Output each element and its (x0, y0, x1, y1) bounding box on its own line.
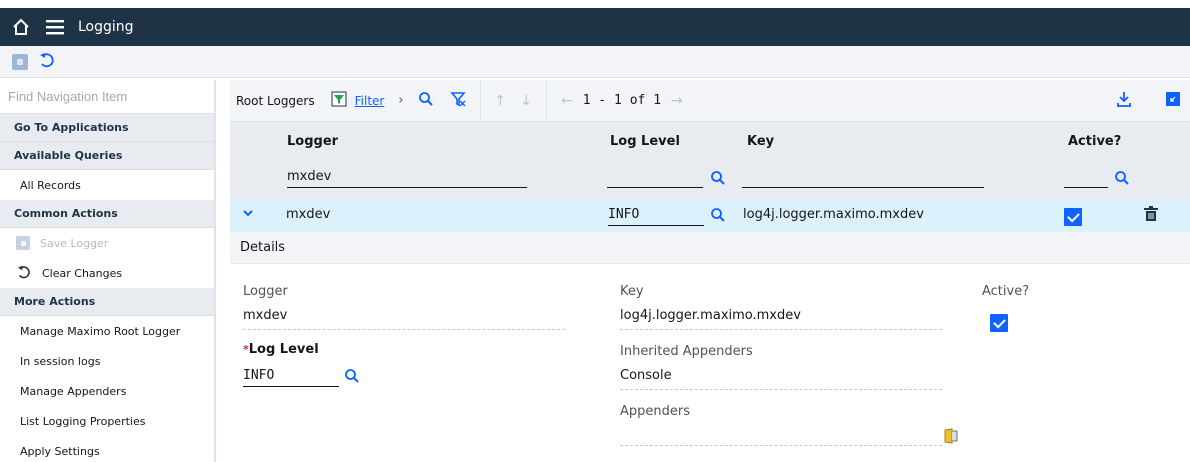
list-logging-properties-label: List Logging Properties (20, 414, 146, 428)
log-level-label-group: *Log Level (243, 342, 319, 357)
manage-root-logger-label: Manage Maximo Root Logger (20, 324, 181, 338)
table-toolbar-right (1116, 80, 1180, 122)
row-key: log4j.logger.maximo.mxdev (743, 207, 924, 222)
hamburger-menu-icon[interactable] (38, 8, 72, 46)
active-filter-input[interactable] (1064, 166, 1108, 188)
logger-field[interactable]: mxdev (243, 308, 565, 330)
navigation-sidebar: Find Navigation Item Go To Applications … (0, 80, 216, 462)
pagination-text: 1 - 1 of 1 (582, 93, 662, 108)
collapse-icon[interactable] (1166, 92, 1180, 110)
manage-root-logger-action[interactable]: Manage Maximo Root Logger (0, 316, 214, 346)
clear-filter-icon[interactable] (449, 91, 466, 111)
manage-appenders-label: Manage Appenders (20, 384, 127, 398)
app-title: Logging (78, 19, 134, 35)
filter-icon[interactable] (331, 91, 347, 111)
delete-icon[interactable] (1144, 206, 1158, 226)
home-icon[interactable] (4, 8, 38, 46)
divider (479, 80, 481, 121)
table-title: Root Loggers (236, 93, 315, 108)
list-logging-properties-action[interactable]: List Logging Properties (0, 406, 214, 436)
log-level-field[interactable]: INFO (243, 368, 339, 387)
in-session-logs-action[interactable]: In session logs (0, 346, 214, 376)
toolbar (0, 46, 1190, 78)
download-icon[interactable] (1116, 91, 1132, 111)
next-page-icon[interactable]: → (671, 93, 683, 109)
search-icon[interactable] (344, 368, 360, 387)
in-session-logs-label: In session logs (20, 354, 101, 368)
column-key[interactable]: Key (747, 134, 774, 149)
row-log-level-input[interactable]: INFO (608, 207, 704, 226)
active-checkbox[interactable] (990, 314, 1008, 332)
inherited-appenders-field: Console (620, 368, 942, 390)
more-actions-header: More Actions (0, 288, 214, 316)
table-header: Logger Log Level Key Active? (230, 122, 1190, 160)
logger-label: Logger (243, 284, 288, 299)
logger-filter-input[interactable]: mxdev (287, 166, 527, 188)
save-icon[interactable] (12, 53, 28, 70)
inherited-appenders-label: Inherited Appenders (620, 344, 753, 359)
filter-row: mxdev (230, 160, 1190, 198)
arrow-up-icon[interactable]: ↑ (495, 93, 507, 109)
available-queries-header: Available Queries (0, 142, 214, 170)
log-level-filter-input[interactable] (607, 166, 703, 188)
key-field[interactable]: log4j.logger.maximo.mxdev (620, 308, 942, 330)
clear-changes-label: Clear Changes (42, 266, 123, 280)
row-active-checkbox[interactable] (1064, 208, 1082, 226)
all-records-label: All Records (20, 178, 81, 192)
all-records-link[interactable]: All Records (0, 170, 214, 200)
column-active[interactable]: Active? (1068, 134, 1121, 149)
filter-link[interactable]: Filter (355, 94, 385, 108)
undo-icon (16, 265, 32, 282)
common-actions-header: Common Actions (0, 200, 214, 228)
clear-changes-action[interactable]: Clear Changes (0, 258, 214, 288)
main-content: Root Loggers Filter › ↑ ↓ ← 1 - 1 of 1 →… (230, 80, 1190, 462)
search-icon[interactable] (1114, 170, 1130, 189)
arrow-down-icon[interactable]: ↓ (520, 93, 532, 109)
find-navigation-input[interactable]: Find Navigation Item (0, 80, 214, 114)
divider (546, 80, 548, 121)
save-logger-label: Save Logger (40, 236, 109, 250)
details-panel: Logger mxdev *Log Level INFO Key log4j.l… (230, 264, 1190, 462)
save-icon (16, 236, 30, 250)
select-value-icon[interactable] (944, 428, 958, 447)
chevron-down-icon[interactable] (242, 207, 254, 223)
key-label: Key (620, 284, 644, 299)
go-to-applications[interactable]: Go To Applications (0, 114, 214, 142)
row-logger: mxdev (286, 207, 331, 222)
table-row[interactable]: mxdev INFO log4j.logger.maximo.mxdev (230, 198, 1190, 232)
manage-appenders-action[interactable]: Manage Appenders (0, 376, 214, 406)
search-icon[interactable] (710, 207, 726, 227)
apply-settings-action[interactable]: Apply Settings (0, 436, 214, 462)
top-bar: Logging (0, 8, 1190, 46)
column-log-level[interactable]: Log Level (610, 134, 680, 149)
previous-page-icon[interactable]: ← (561, 93, 573, 109)
chevron-right-icon[interactable]: › (398, 93, 403, 108)
save-logger-action[interactable]: Save Logger (0, 228, 214, 258)
appenders-label: Appenders (620, 404, 691, 419)
key-filter-input[interactable] (742, 166, 984, 188)
search-icon[interactable] (710, 170, 726, 189)
appenders-field[interactable] (620, 424, 942, 446)
details-header: Details (230, 232, 1190, 264)
log-level-label: Log Level (248, 342, 319, 357)
active-label: Active? (982, 284, 1030, 299)
apply-settings-label: Apply Settings (20, 444, 100, 458)
column-logger[interactable]: Logger (287, 134, 338, 149)
table-toolbar: Root Loggers Filter › ↑ ↓ ← 1 - 1 of 1 → (230, 80, 1190, 122)
undo-icon[interactable] (38, 52, 56, 71)
search-icon[interactable] (418, 91, 434, 111)
